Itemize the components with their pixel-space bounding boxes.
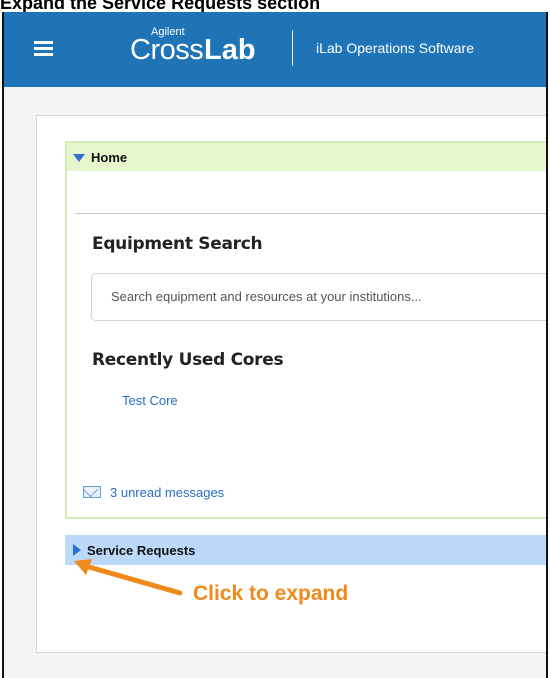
header-divider [292,30,293,66]
home-panel-title: Home [91,150,128,165]
top-navigation-bar: Agilent Cross Lab iLab Operations Softwa… [4,12,546,87]
equipment-search-title: Equipment Search [92,234,263,254]
collapse-triangle-icon [73,154,85,162]
envelope-icon [83,486,101,498]
home-panel-header[interactable]: Home [67,143,546,171]
home-panel: Home Equipment Search Search equipment a… [65,141,546,519]
instruction-caption: Expand the Service Requests section [0,0,321,13]
logo-cross-text: Cross [130,34,204,66]
core-link-test-core[interactable]: Test Core [122,393,178,408]
annotation-arrow-icon [74,559,183,596]
product-name: iLab Operations Software [316,40,474,56]
recently-used-cores-title: Recently Used Cores [92,350,284,370]
divider-line [75,213,546,214]
click-to-expand-annotation: Click to expand [193,582,349,605]
hamburger-menu-icon[interactable] [34,41,53,56]
logo-lab-text: Lab [204,34,256,66]
equipment-search-input[interactable]: Search equipment and resources at your i… [91,273,546,321]
unread-messages-text: 3 unread messages [110,485,225,500]
